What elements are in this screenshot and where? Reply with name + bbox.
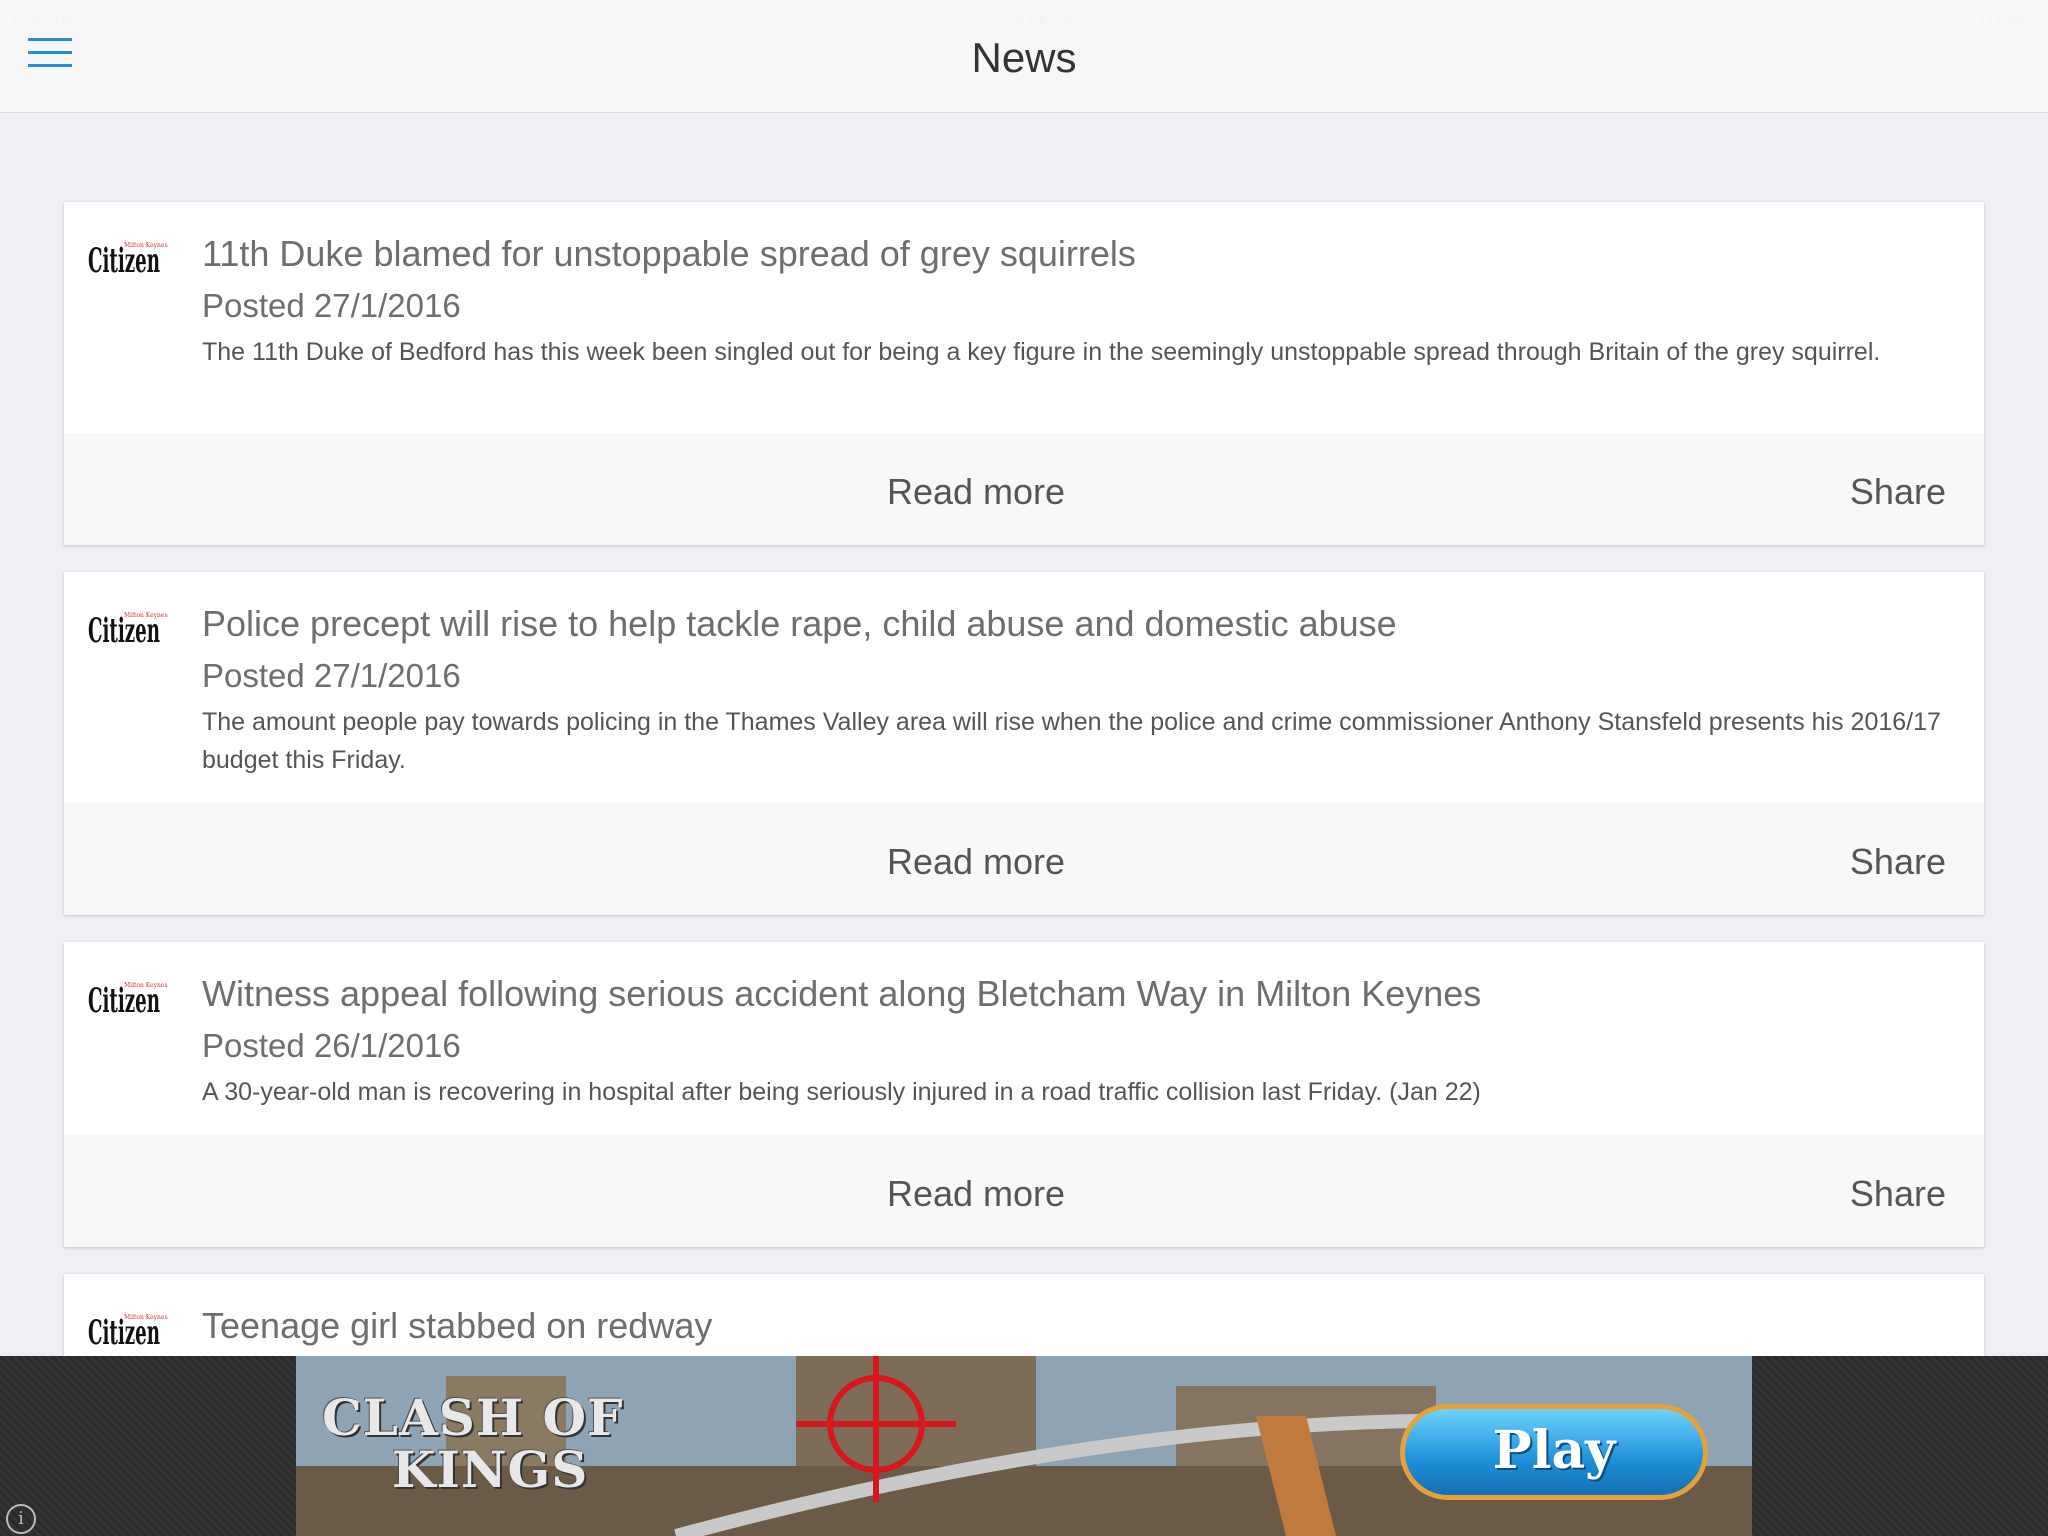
- article-date: Posted 27/1/2016: [202, 656, 461, 694]
- status-bar: Carrier 12:20 PM 100%: [0, 0, 2048, 40]
- share-button[interactable]: Share: [1850, 841, 1946, 883]
- card-actions: Read more Share: [64, 1135, 1984, 1247]
- svg-text:Milton Keynes: Milton Keynes: [124, 982, 168, 989]
- status-time: 12:20 PM: [976, 8, 1072, 33]
- ad-game-title: CLASH OF KINGS: [322, 1392, 624, 1496]
- svg-text:Milton Keynes: Milton Keynes: [124, 242, 168, 249]
- read-more-button[interactable]: Read more: [64, 471, 1888, 513]
- share-button[interactable]: Share: [1850, 471, 1946, 513]
- article-summary: A 30-year-old man is recovering in hospi…: [202, 1078, 1481, 1107]
- page-title: News: [971, 34, 1077, 81]
- ad-info-icon[interactable]: i: [6, 1504, 36, 1534]
- article-title[interactable]: 11th Duke blamed for unstoppable spread …: [202, 230, 1944, 279]
- card-body: Police precept will rise to help tackle …: [202, 600, 1944, 779]
- read-more-button[interactable]: Read more: [64, 1173, 1888, 1215]
- card-body: 11th Duke blamed for unstoppable spread …: [202, 230, 1944, 371]
- news-card: Citizen Milton Keynes Witness appeal fol…: [64, 942, 1984, 1247]
- article-summary: The 11th Duke of Bedford has this week b…: [202, 338, 1881, 367]
- article-title[interactable]: Teenage girl stabbed on redway: [202, 1302, 1944, 1351]
- read-more-button[interactable]: Read more: [64, 841, 1888, 883]
- ad-title-line-1: CLASH OF: [322, 1388, 624, 1447]
- article-title[interactable]: Witness appeal following serious acciden…: [202, 970, 1944, 1019]
- citizen-logo-icon: Citizen Milton Keynes: [88, 981, 168, 1018]
- article-date: Posted 26/1/2016: [202, 1026, 461, 1064]
- ad-play-button[interactable]: Play: [1400, 1404, 1708, 1500]
- share-button[interactable]: Share: [1850, 1173, 1946, 1215]
- ad-creative[interactable]: CLASH OF KINGS Play: [296, 1356, 1752, 1536]
- article-summary: The amount people pay towards policing i…: [202, 708, 1941, 775]
- svg-text:Milton Keynes: Milton Keynes: [124, 1314, 168, 1321]
- citizen-logo-icon: Citizen Milton Keynes: [88, 611, 168, 648]
- article-date: Posted 27/1/2016: [202, 286, 461, 324]
- news-card: Citizen Milton Keynes 11th Duke blamed f…: [64, 202, 1984, 545]
- card-actions: Read more Share: [64, 803, 1984, 915]
- card-body: Witness appeal following serious acciden…: [202, 970, 1944, 1111]
- card-body: Teenage girl stabbed on redway: [202, 1302, 1944, 1351]
- card-actions: Read more Share: [64, 433, 1984, 545]
- citizen-logo-icon: Citizen Milton Keynes: [88, 241, 168, 278]
- svg-text:Milton Keynes: Milton Keynes: [124, 612, 168, 619]
- citizen-logo-icon: Citizen Milton Keynes: [88, 1313, 168, 1350]
- ad-title-line-2: KINGS: [392, 1440, 589, 1499]
- news-card: Citizen Milton Keynes Police precept wil…: [64, 572, 1984, 915]
- article-title[interactable]: Police precept will rise to help tackle …: [202, 600, 1944, 649]
- battery-level: 100%: [1975, 8, 2032, 33]
- ad-banner[interactable]: i CLASH OF KINGS Play: [0, 1356, 2048, 1536]
